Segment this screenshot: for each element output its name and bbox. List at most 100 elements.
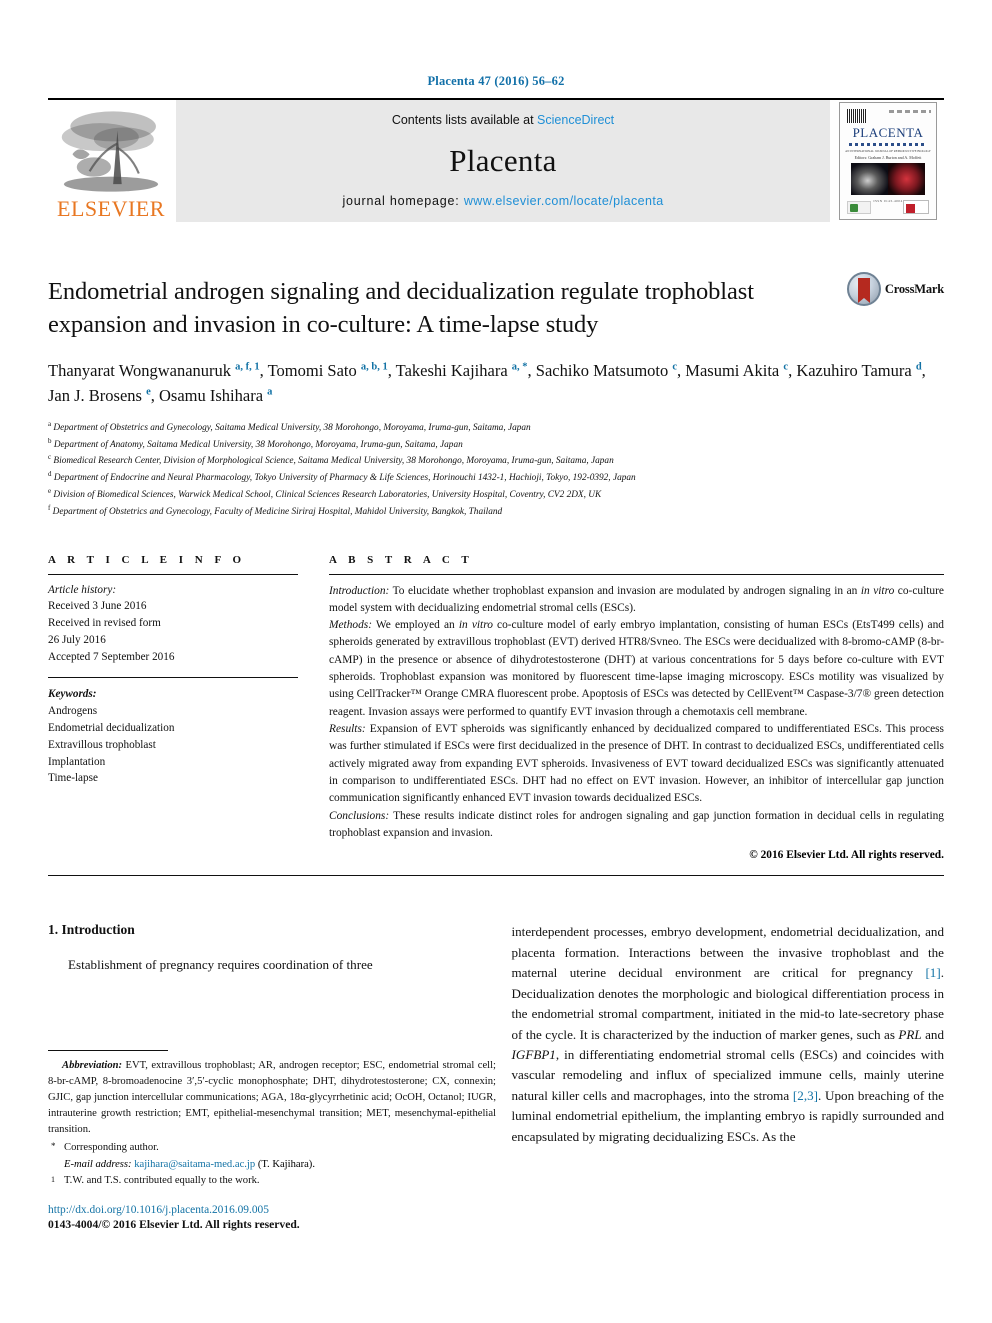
cover-title: PLACENTA xyxy=(852,125,924,140)
keywords-block: Keywords: Androgens Endometrial deciduali… xyxy=(48,686,298,787)
keyword-items: Androgens Endometrial decidualization Extr… xyxy=(48,703,298,787)
cover-image-left xyxy=(851,163,888,195)
author-affiliation-marker: a, * xyxy=(511,361,528,373)
abstract-copyright: © 2016 Elsevier Ltd. All rights reserved… xyxy=(749,849,944,862)
asterisk-mark: * xyxy=(51,1141,56,1152)
article-page: Placenta 47 (2016) 56–62 ELSEVIER Conten… xyxy=(0,0,992,1323)
article-history-item: Received 3 June 2016 xyxy=(48,600,147,613)
author-name: Tomomi Sato xyxy=(267,360,361,380)
cover-header-rule xyxy=(889,110,931,113)
author-name: Takeshi Kajihara xyxy=(395,360,512,380)
keyword-item: Implantation xyxy=(48,755,106,768)
corresponding-author-note: * Corresponding author. xyxy=(48,1140,496,1156)
article-history-item: Accepted 7 September 2016 xyxy=(48,650,175,663)
footer-block: http://dx.doi.org/10.1016/j.placenta.201… xyxy=(48,1204,300,1231)
abstract-body: Introduction: To elucidate whether troph… xyxy=(329,583,944,843)
journal-homepage-line: journal homepage: www.elsevier.com/locat… xyxy=(342,194,663,208)
crossmark-badge[interactable]: CrossMark xyxy=(846,272,944,306)
homepage-prefix: journal homepage: xyxy=(342,194,464,208)
journal-cover-thumbnail: PLACENTA AN INTERNATIONAL JOURNAL OF REP… xyxy=(839,102,937,220)
affiliation-marker: a xyxy=(48,419,52,428)
cover-subtitle: AN INTERNATIONAL JOURNAL OF REPRODUCTIVE… xyxy=(845,149,931,153)
abstract-section-label: Results: xyxy=(329,723,366,736)
email-note: E-mail address: kajihara@saitama-med.ac.… xyxy=(48,1157,496,1173)
affiliation-list: a Department of Obstetrics and Gynecolog… xyxy=(48,419,944,520)
elsevier-logo: ELSEVIER xyxy=(48,100,174,222)
abbreviations-text: EVT, extravillous trophoblast; AR, andro… xyxy=(48,1060,496,1135)
author-name: Masumi Akita xyxy=(685,360,784,380)
footnote-rule xyxy=(48,1050,168,1051)
email-label: E-mail address: xyxy=(64,1158,132,1170)
journal-title: Placenta xyxy=(449,142,557,178)
abstract-section: Methods: We employed an in vitro co-cult… xyxy=(329,617,944,721)
author-name: Osamu Ishihara xyxy=(159,385,268,405)
article-history-lines: Received 3 June 2016 Received in revised … xyxy=(48,598,298,665)
sciencedirect-link[interactable]: ScienceDirect xyxy=(537,113,614,127)
abstract-rule xyxy=(329,573,944,575)
equal-contribution-text: T.W. and T.S. contributed equally to the… xyxy=(64,1175,260,1187)
cover-badge-right xyxy=(903,200,929,214)
cover-badge-left xyxy=(847,201,871,214)
author-name: Jan J. Brosens xyxy=(48,385,147,405)
gene-name: IGFBP1 xyxy=(511,1046,556,1062)
article-history-block: Article history: Received 3 June 2016 Rec… xyxy=(48,582,298,666)
keyword-item: Time-lapse xyxy=(48,772,98,785)
abstract-section: Conclusions: These results indicate dist… xyxy=(329,808,944,843)
abstract-section-text: To elucidate whether trophoblast expansi… xyxy=(329,584,944,614)
issn-copyright-line: 0143-4004/© 2016 Elsevier Ltd. All right… xyxy=(48,1218,300,1231)
intro-paragraph-left: Establishment of pregnancy requires coor… xyxy=(48,955,481,975)
intro-left-text: Establishment of pregnancy requires coor… xyxy=(68,957,373,973)
abstract-column: A B S T R A C T Introduction: To elucida… xyxy=(329,554,944,862)
equal-contribution-note: 1 T.W. and T.S. contributed equally to th… xyxy=(48,1173,496,1189)
body-column-right: interdependent processes, embryo develop… xyxy=(512,922,945,1147)
author-affiliation-marker: a, f, 1 xyxy=(235,361,260,373)
affiliation-item: e Division of Biomedical Sciences, Warwi… xyxy=(48,486,602,501)
author-affiliation-marker: a xyxy=(267,386,273,398)
article-info-column: A R T I C L E I N F O Article history: R… xyxy=(48,554,298,862)
gene-name: PRL xyxy=(898,1026,922,1042)
footnote-items: * Corresponding author. E-mail address: k… xyxy=(48,1140,496,1189)
author-affiliation-marker: c xyxy=(672,361,678,373)
keyword-item: Endometrial decidualization xyxy=(48,722,175,735)
contents-prefix: Contents lists available at xyxy=(391,113,538,127)
intro-right-mid: . Decidualization denotes the morphologi… xyxy=(511,965,945,1103)
author-affiliation-marker: c xyxy=(783,361,789,373)
citation-ref-2[interactable]: [2,3] xyxy=(793,1088,818,1103)
abstract-section: Results: Expansion of EVT spheroids was … xyxy=(329,721,944,808)
article-info-rule xyxy=(48,573,298,575)
author-affiliation-marker: a, b, 1 xyxy=(360,361,388,373)
article-history-item: Received in revised form xyxy=(48,617,161,630)
article-history-label: Article history: xyxy=(48,583,117,596)
citation-ref-1[interactable]: [1] xyxy=(925,965,940,980)
article-history-item: 26 July 2016 xyxy=(48,633,106,646)
author-list: Thanyarat Wongwananuruk a, f, 1, Tomomi … xyxy=(48,360,926,405)
affiliation-item: d Department of Endocrine and Neural Pha… xyxy=(48,470,636,484)
author-name: Thanyarat Wongwananuruk xyxy=(48,360,236,380)
affiliation-marker: d xyxy=(48,470,52,479)
affiliation-marker: e xyxy=(48,486,52,495)
email-suffix: (T. Kajihara). xyxy=(255,1158,315,1170)
abbreviations-note: Abbreviation: EVT, extravillous trophobl… xyxy=(48,1058,496,1137)
author-affiliation-marker: e xyxy=(146,386,151,398)
footnote-block: Abbreviation: EVT, extravillous trophobl… xyxy=(48,1050,496,1190)
elsevier-wordmark: ELSEVIER xyxy=(57,196,165,221)
journal-cover-cell: PLACENTA AN INTERNATIONAL JOURNAL OF REP… xyxy=(830,100,944,222)
journal-masthead: ELSEVIER Contents lists available at Sci… xyxy=(48,98,944,222)
corresponding-author-text: Corresponding author. xyxy=(64,1142,159,1154)
article-info-heading: A R T I C L E I N F O xyxy=(48,553,246,566)
journal-homepage-link[interactable]: www.elsevier.com/locate/placenta xyxy=(464,194,664,208)
crossmark-icon xyxy=(846,272,881,306)
email-link[interactable]: kajihara@saitama-med.ac.jp xyxy=(134,1159,255,1170)
title-block: Endometrial androgen signaling and decid… xyxy=(48,272,944,520)
article-title: Endometrial androgen signaling and decid… xyxy=(48,278,754,338)
running-head: Placenta 47 (2016) 56–62 xyxy=(427,74,565,88)
abstract-section-text: We employed an in vitro co-culture model… xyxy=(329,619,944,718)
doi-link[interactable]: http://dx.doi.org/10.1016/j.placenta.201… xyxy=(48,1204,300,1216)
abstract-section-label: Conclusions: xyxy=(329,809,390,822)
affiliation-marker: b xyxy=(48,436,52,445)
affiliation-item: c Biomedical Research Center, Division o… xyxy=(48,453,614,467)
abstract-section: Introduction: To elucidate whether troph… xyxy=(329,583,944,618)
abstract-section-label: Methods: xyxy=(329,619,373,632)
footnote-number-mark: 1 xyxy=(51,1175,55,1185)
contents-available-line: Contents lists available at ScienceDirec… xyxy=(392,113,614,127)
